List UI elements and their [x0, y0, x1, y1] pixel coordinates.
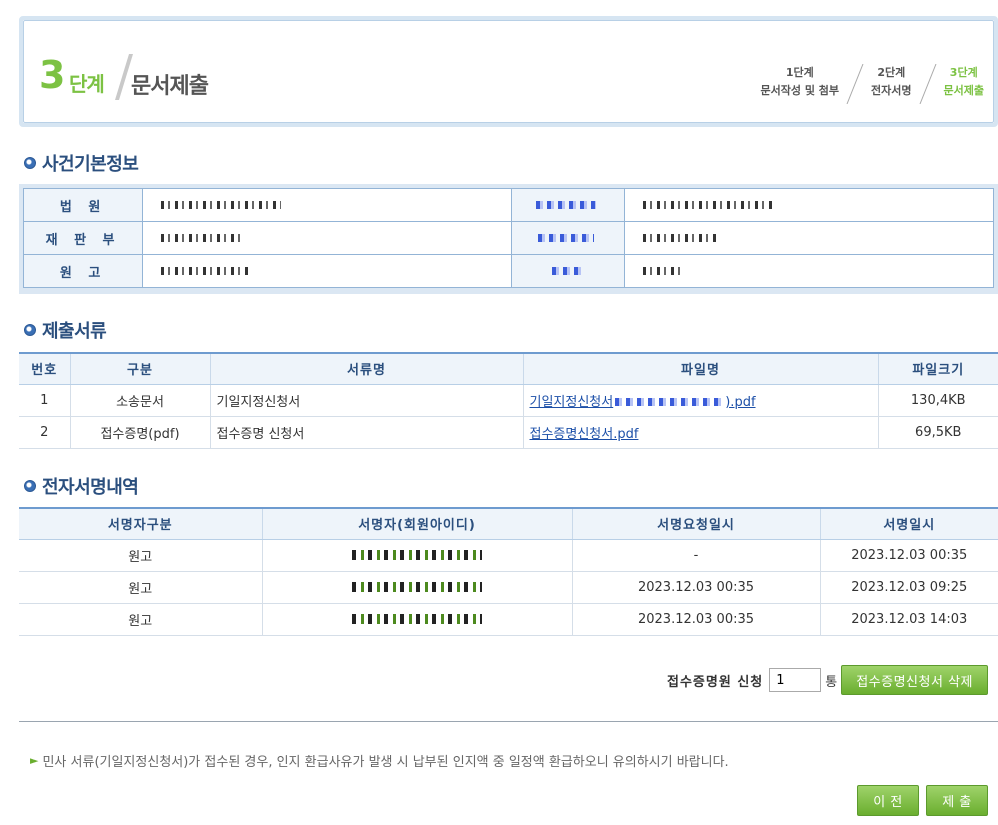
col-number: 번호 — [19, 352, 70, 385]
case-row-division: 재 판 부 — [22, 221, 995, 255]
delete-receipt-button[interactable]: 접수증명신청서 삭제 — [841, 665, 988, 695]
step-separator-icon — [919, 64, 936, 104]
step-unit: 단계 — [69, 72, 105, 96]
redacted-value — [623, 254, 995, 288]
receipt-count-input[interactable] — [769, 668, 822, 692]
bullet-icon — [24, 157, 36, 169]
redacted-label — [511, 188, 625, 222]
redacted-value — [142, 221, 513, 255]
prev-button[interactable]: 이 전 — [857, 785, 919, 816]
step-3: 3단계 문서제출 — [943, 66, 984, 97]
section-case-info: 사건기본정보 — [24, 150, 139, 176]
case-info-table: 법 원 재 판 부 원 고 — [19, 184, 998, 294]
section-documents: 제출서류 — [24, 317, 107, 343]
col-signer-id: 서명자(회원아이디) — [261, 507, 572, 540]
col-requested-at: 서명요청일시 — [571, 507, 820, 540]
bullet-icon — [24, 324, 36, 336]
file-link[interactable]: 기일지정신청서).pdf — [522, 384, 878, 417]
arrow-right-icon: ► — [30, 754, 39, 767]
table-row: 1 소송문서 기일지정신청서 기일지정신청서).pdf 130,4KB — [19, 384, 998, 417]
file-link-1[interactable]: 기일지정신청서).pdf — [530, 395, 756, 410]
step-1: 1단계 문서작성 및 첨부 — [760, 66, 840, 97]
notice: ► 민사 서류(기일지정신청서)가 접수된 경우, 인지 환급사유가 발생 시 … — [30, 754, 729, 770]
step-header: 3 단계 문서제출 1단계 문서작성 및 첨부 2단계 전자서명 3단계 문서제… — [19, 16, 998, 127]
table-header-row: 서명자구분 서명자(회원아이디) 서명요청일시 서명일시 — [19, 507, 998, 540]
page-title: 문서제출 — [131, 74, 209, 99]
table-header-row: 번호 구분 서류명 파일명 파일크기 — [19, 352, 998, 385]
redacted-label — [511, 221, 625, 255]
case-row-court: 법 원 — [22, 188, 995, 222]
signatures-table: 서명자구분 서명자(회원아이디) 서명요청일시 서명일시 원고 - 2023.1… — [19, 507, 998, 636]
section-signatures: 전자서명내역 — [24, 473, 139, 499]
redacted-label — [511, 254, 625, 288]
col-signer-type: 서명자구분 — [19, 507, 262, 540]
redacted-signer-id — [261, 571, 572, 604]
redacted-value — [142, 254, 513, 288]
receipt-request: 접수증명원 신청 통 접수증명신청서 삭제 — [667, 665, 988, 695]
col-file-name: 파일명 — [522, 352, 878, 385]
step-number: 3 — [39, 53, 66, 97]
label-division: 재 판 부 — [22, 221, 144, 255]
redacted-value — [142, 188, 513, 222]
file-link-2[interactable]: 접수증명신청서.pdf — [530, 427, 639, 442]
col-file-size: 파일크기 — [877, 352, 998, 385]
step-2: 2단계 전자서명 — [871, 66, 912, 97]
col-signed-at: 서명일시 — [819, 507, 998, 540]
receipt-label: 접수증명원 신청 — [667, 674, 764, 690]
step-separator-icon — [846, 64, 864, 104]
col-category: 구분 — [69, 352, 210, 385]
label-plaintiff: 원 고 — [22, 254, 144, 288]
documents-table: 번호 구분 서류명 파일명 파일크기 1 소송문서 기일지정신청서 기일지정신청… — [19, 352, 998, 449]
submit-button[interactable]: 제 출 — [926, 785, 988, 816]
table-row: 원고 2023.12.03 00:35 2023.12.03 09:25 — [19, 571, 998, 604]
receipt-unit: 통 — [825, 674, 838, 690]
label-court: 법 원 — [22, 188, 144, 222]
divider — [19, 721, 998, 722]
step-progress: 1단계 문서작성 및 첨부 2단계 전자서명 3단계 문서제출 — [761, 64, 984, 104]
redacted-value — [623, 221, 995, 255]
redacted-value — [623, 188, 995, 222]
table-row: 원고 2023.12.03 00:35 2023.12.03 14:03 — [19, 603, 998, 636]
redacted-signer-id — [261, 539, 572, 572]
bullet-icon — [24, 480, 36, 492]
case-row-plaintiff: 원 고 — [22, 254, 995, 288]
col-doc-name: 서류명 — [209, 352, 523, 385]
table-row: 원고 - 2023.12.03 00:35 — [19, 539, 998, 572]
redacted-signer-id — [261, 603, 572, 636]
table-row: 2 접수증명(pdf) 접수증명 신청서 접수증명신청서.pdf 69,5KB — [19, 416, 998, 449]
